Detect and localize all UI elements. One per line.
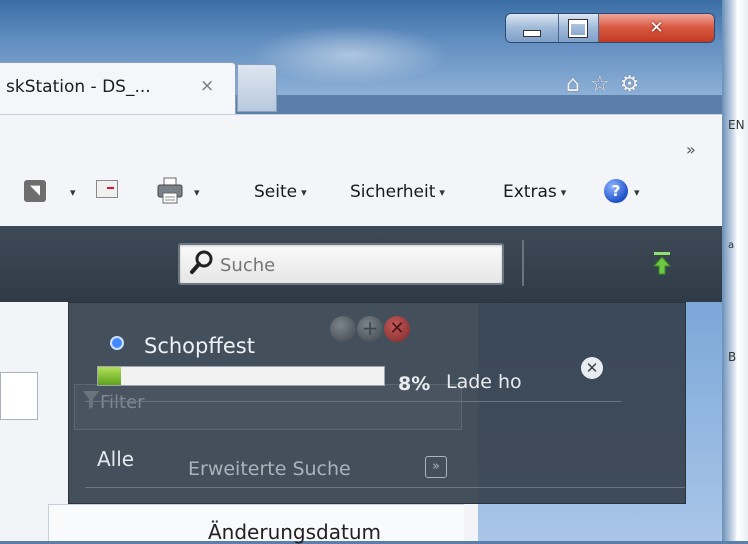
minimize-button[interactable]: [506, 14, 559, 42]
dismiss-button[interactable]: ✕: [581, 357, 603, 379]
star-icon[interactable]: ☆: [590, 72, 610, 97]
page-menu-label: Seite: [254, 182, 298, 202]
search-input[interactable]: [220, 252, 490, 278]
background-text-2: a: [728, 240, 735, 251]
print-dropdown[interactable]: ▾: [190, 178, 200, 206]
header-separator: [522, 240, 524, 286]
minimize-icon: [522, 29, 541, 37]
close-window-button[interactable]: ✕: [599, 14, 714, 42]
filter-placeholder: Filter: [100, 392, 145, 413]
filter-icon: [83, 391, 99, 409]
rss-dropdown-arrow[interactable]: ▾: [70, 186, 76, 199]
progress-fill: [98, 367, 121, 385]
column-header-label: Änderungsdatum: [208, 520, 381, 544]
progress-percent: 8%: [398, 373, 431, 395]
mail-icon[interactable]: [96, 180, 118, 198]
home-icon[interactable]: ⌂: [566, 72, 580, 97]
progress-bar: [97, 366, 385, 386]
help-icon[interactable]: ?: [604, 179, 628, 203]
new-tab-button[interactable]: [237, 64, 277, 112]
advanced-search-label[interactable]: Erweiterte Suche: [188, 458, 351, 480]
add-button[interactable]: +: [357, 316, 383, 342]
job-status-icon: [112, 338, 122, 348]
tab-close-button[interactable]: ×: [200, 76, 214, 96]
maximize-icon: [569, 19, 588, 37]
search-icon: [190, 250, 213, 274]
extras-menu-label: Extras: [503, 182, 557, 202]
tab-title: skStation - DS_...: [6, 77, 151, 97]
blurred-quick-tabs: [250, 25, 450, 85]
background-window-strip: [722, 0, 748, 541]
alle-label[interactable]: Alle: [97, 447, 134, 471]
printer-icon[interactable]: [155, 176, 185, 206]
help-dropdown[interactable]: ▾: [630, 178, 640, 206]
browser-toolbar-icons: ⌂ ☆ ⚙: [566, 72, 639, 97]
background-text-3: B: [728, 350, 737, 364]
upload-icon[interactable]: [652, 250, 672, 276]
job-name: Schopffest: [144, 334, 255, 358]
divider: [85, 401, 622, 402]
path-field[interactable]: [0, 372, 38, 420]
caption-buttons: ✕: [506, 14, 714, 42]
command-bar: [0, 114, 722, 226]
security-menu-button[interactable]: Sicherheit ▾: [350, 178, 445, 206]
divider: [85, 487, 685, 488]
pause-button[interactable]: [330, 316, 356, 342]
expand-advanced-button[interactable]: »: [425, 456, 447, 478]
background-text-1: EN: [728, 118, 745, 132]
stop-button[interactable]: ✕: [384, 316, 410, 342]
maximize-button[interactable]: [558, 14, 600, 42]
overflow-chevron[interactable]: »: [686, 140, 696, 159]
security-menu-label: Sicherheit: [350, 182, 436, 202]
page-menu-button[interactable]: Seite ▾: [254, 178, 307, 206]
extras-menu-button[interactable]: Extras ▾: [503, 178, 566, 206]
rss-feed-icon[interactable]: ◥: [24, 180, 46, 202]
gear-icon[interactable]: ⚙: [620, 72, 640, 97]
close-icon: ✕: [649, 18, 664, 38]
progress-status: Lade ho: [446, 371, 522, 393]
